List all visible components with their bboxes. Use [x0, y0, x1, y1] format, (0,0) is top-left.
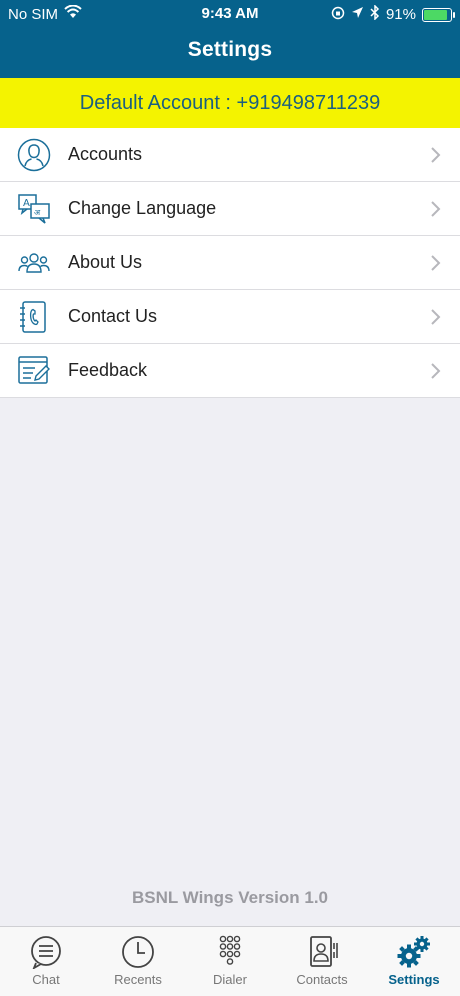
- menu-item-change-language[interactable]: A अ Change Language: [0, 182, 460, 236]
- menu-item-about-us[interactable]: About Us: [0, 236, 460, 290]
- menu-item-accounts[interactable]: Accounts: [0, 128, 460, 182]
- clock-icon: [120, 935, 156, 969]
- status-bar: No SIM 9:43 AM 91%: [0, 0, 460, 28]
- app-version-label: BSNL Wings Version 1.0: [131, 888, 329, 907]
- phone-book-icon: [17, 300, 51, 334]
- chevron-right-icon: [430, 309, 442, 325]
- person-icon: [17, 138, 51, 172]
- tab-settings[interactable]: Settings: [368, 927, 460, 996]
- menu-label-about-us: About Us: [68, 252, 143, 272]
- chevron-right-icon: [430, 363, 442, 379]
- page-title: Settings: [187, 38, 273, 61]
- gears-icon: [396, 935, 432, 969]
- group-icon: [17, 246, 51, 280]
- contacts-icon: [304, 935, 340, 969]
- default-account-banner: Default Account : +919498711239: [0, 78, 460, 128]
- tab-contacts[interactable]: Contacts: [276, 927, 368, 996]
- chevron-right-icon: [430, 255, 442, 271]
- menu-label-accounts: Accounts: [68, 144, 143, 164]
- language-icon: A अ: [17, 192, 51, 226]
- tab-dialer[interactable]: Dialer: [184, 927, 276, 996]
- menu-label-feedback: Feedback: [68, 360, 148, 380]
- svg-text:अ: अ: [34, 208, 41, 217]
- bluetooth-icon: [370, 4, 380, 24]
- menu-label-change-language: Change Language: [68, 198, 217, 218]
- location-icon: [351, 6, 364, 23]
- dialpad-icon: [212, 935, 248, 969]
- tab-label-recents: Recents: [114, 972, 162, 987]
- tab-bar: Chat Recents Dialer Contacts Settings: [0, 926, 460, 996]
- settings-menu: Accounts A अ Change Language About Us Co…: [0, 128, 460, 398]
- feedback-icon: [17, 354, 51, 388]
- tab-recents[interactable]: Recents: [92, 927, 184, 996]
- svg-text:A: A: [23, 198, 30, 209]
- menu-label-contact-us: Contact Us: [68, 306, 158, 326]
- rotation-lock-icon: [331, 6, 345, 24]
- menu-item-contact-us[interactable]: Contact Us: [0, 290, 460, 344]
- tab-label-settings: Settings: [388, 972, 440, 987]
- chat-icon: [28, 935, 64, 971]
- top-bar: No SIM 9:43 AM 91% Settings: [0, 0, 460, 78]
- tab-label-chat: Chat: [32, 972, 60, 987]
- battery-icon: [422, 7, 455, 22]
- tab-chat[interactable]: Chat: [0, 927, 92, 996]
- tab-label-contacts: Contacts: [296, 972, 348, 987]
- battery-percent: 91%: [385, 6, 416, 23]
- menu-item-feedback[interactable]: Feedback: [0, 344, 460, 398]
- chevron-right-icon: [430, 147, 442, 163]
- tab-label-dialer: Dialer: [213, 972, 247, 987]
- chevron-right-icon: [430, 201, 442, 217]
